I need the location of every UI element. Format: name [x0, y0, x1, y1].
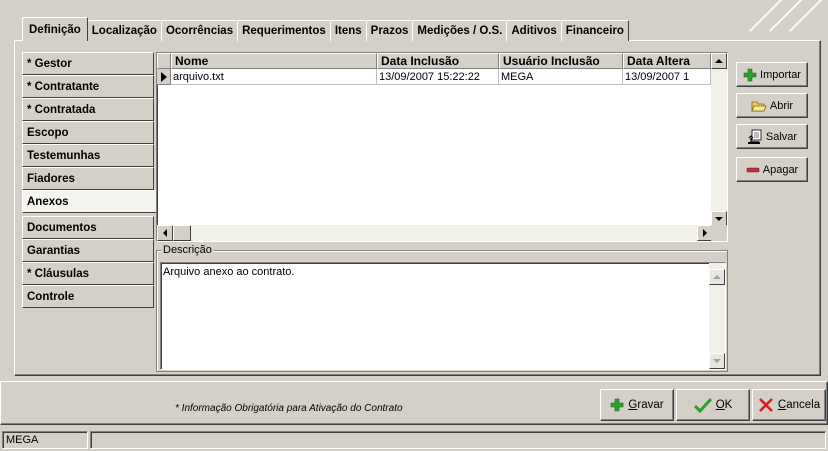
close-icon	[758, 398, 773, 412]
sidebar: * Gestor * Contratante * Contratada Esco…	[22, 52, 156, 374]
sidebar-item-garantias[interactable]: Garantias	[22, 239, 154, 262]
folder-open-icon	[751, 101, 767, 111]
checkmark-icon	[693, 397, 712, 413]
cell-nome[interactable]: arquivo.txt	[171, 69, 377, 85]
save-button[interactable]: Salvar	[736, 124, 808, 149]
tab-bar: Definição Localização Ocorrências Requer…	[22, 17, 629, 41]
save-file-icon	[747, 129, 762, 144]
row-indicator	[157, 69, 171, 85]
delete-button-label: Apagar	[762, 163, 799, 176]
arrow-up-icon	[713, 275, 721, 279]
arrow-left-icon	[163, 229, 167, 237]
open-button-label: Abrir	[769, 99, 794, 112]
sidebar-item-gestor[interactable]: * Gestor	[22, 52, 154, 75]
arrow-down-icon	[713, 359, 721, 363]
column-header-nome[interactable]: Nome	[171, 53, 377, 69]
grid-header: Nome Data Inclusão Usuário Inclusão Data…	[157, 53, 711, 69]
tab-itens[interactable]: Itens	[329, 20, 367, 41]
sidebar-item-clausulas[interactable]: * Cláusulas	[22, 262, 154, 285]
grid-horizontal-scrollbar[interactable]	[157, 225, 713, 241]
required-info-note: * Informação Obrigatória para Ativação d…	[175, 403, 403, 414]
minus-icon	[746, 167, 760, 172]
ok-rest: K	[724, 399, 733, 411]
desc-scroll-down-button[interactable]	[709, 353, 725, 369]
status-bar: MEGA	[0, 429, 828, 451]
sidebar-item-controle[interactable]: Controle	[22, 285, 154, 308]
tab-medicoes[interactable]: Medições / O.S.	[412, 20, 508, 41]
scroll-left-button[interactable]	[157, 225, 173, 241]
description-text: Arquivo anexo ao contrato.	[163, 266, 295, 278]
desc-scroll-up-button[interactable]	[709, 269, 725, 285]
table-row[interactable]: arquivo.txt 13/09/2007 15:22:22 MEGA 13/…	[157, 69, 711, 85]
arrow-down-icon	[715, 217, 723, 221]
plus-icon	[743, 68, 757, 81]
sidebar-item-escopo[interactable]: Escopo	[22, 121, 154, 144]
tab-localizacao[interactable]: Localização	[86, 20, 162, 41]
gravar-rest: ravar	[637, 399, 664, 411]
cell-usuario-inclusao[interactable]: MEGA	[499, 69, 623, 85]
scroll-up-button[interactable]	[711, 53, 727, 69]
sidebar-item-contratada[interactable]: * Contratada	[22, 98, 154, 121]
scroll-thumb[interactable]	[173, 225, 191, 241]
cancela-accel: C	[777, 399, 787, 411]
tab-aditivos[interactable]: Aditivos	[506, 20, 562, 41]
column-header-data-alteracao[interactable]: Data Altera	[623, 53, 711, 69]
column-header-usuario-inclusao[interactable]: Usuário Inclusão	[499, 53, 623, 69]
current-row-arrow-icon	[161, 72, 167, 82]
description-scrollbar[interactable]	[709, 263, 725, 369]
delete-button[interactable]: Apagar	[736, 157, 808, 182]
sidebar-item-anexos[interactable]: Anexos	[22, 190, 156, 213]
grid-vertical-scrollbar[interactable]	[711, 53, 727, 227]
ok-button[interactable]: OK	[676, 389, 750, 421]
tab-prazos[interactable]: Prazos	[365, 20, 414, 41]
cancel-button[interactable]: Cancela	[752, 389, 826, 421]
status-message	[90, 431, 826, 449]
sidebar-item-fiadores[interactable]: Fiadores	[22, 167, 154, 190]
import-button[interactable]: Importar	[736, 62, 808, 87]
sidebar-item-contratante[interactable]: * Contratante	[22, 75, 154, 98]
grid-header-indicator	[157, 53, 171, 69]
arrow-right-icon	[703, 229, 707, 237]
description-textarea[interactable]: Arquivo anexo ao contrato.	[160, 262, 726, 370]
cancel-button-label: Cancela	[778, 399, 820, 411]
sidebar-item-testemunhas[interactable]: Testemunhas	[22, 144, 154, 167]
save-button-label: Salvar	[765, 130, 798, 143]
tab-definicao[interactable]: Definição	[22, 17, 88, 41]
ok-accel: O	[715, 399, 725, 411]
tab-financeiro[interactable]: Financeiro	[560, 20, 629, 41]
import-button-label: Importar	[760, 68, 801, 81]
sidebar-item-documentos[interactable]: Documentos	[22, 216, 154, 239]
column-header-data-inclusao[interactable]: Data Inclusão	[377, 53, 499, 69]
cell-data-alteracao[interactable]: 13/09/2007 1	[623, 69, 711, 85]
gravar-button-label: Gravar	[628, 399, 663, 411]
cancela-rest: ancela	[786, 399, 821, 411]
status-user: MEGA	[2, 431, 88, 449]
cell-data-inclusao[interactable]: 13/09/2007 15:22:22	[377, 69, 499, 85]
tab-ocorrencias[interactable]: Ocorrências	[160, 20, 239, 41]
window-top-strip	[0, 0, 828, 32]
gravar-button[interactable]: Gravar	[600, 389, 674, 421]
arrow-up-icon	[715, 59, 723, 63]
tab-requerimentos[interactable]: Requerimentos	[237, 20, 331, 41]
open-button[interactable]: Abrir	[736, 93, 808, 118]
scroll-corner	[711, 225, 727, 241]
description-legend: Descrição	[161, 244, 214, 256]
attachments-grid[interactable]: Nome Data Inclusão Usuário Inclusão Data…	[156, 52, 728, 242]
ok-button-label: OK	[716, 399, 733, 411]
plus-icon	[611, 398, 624, 412]
